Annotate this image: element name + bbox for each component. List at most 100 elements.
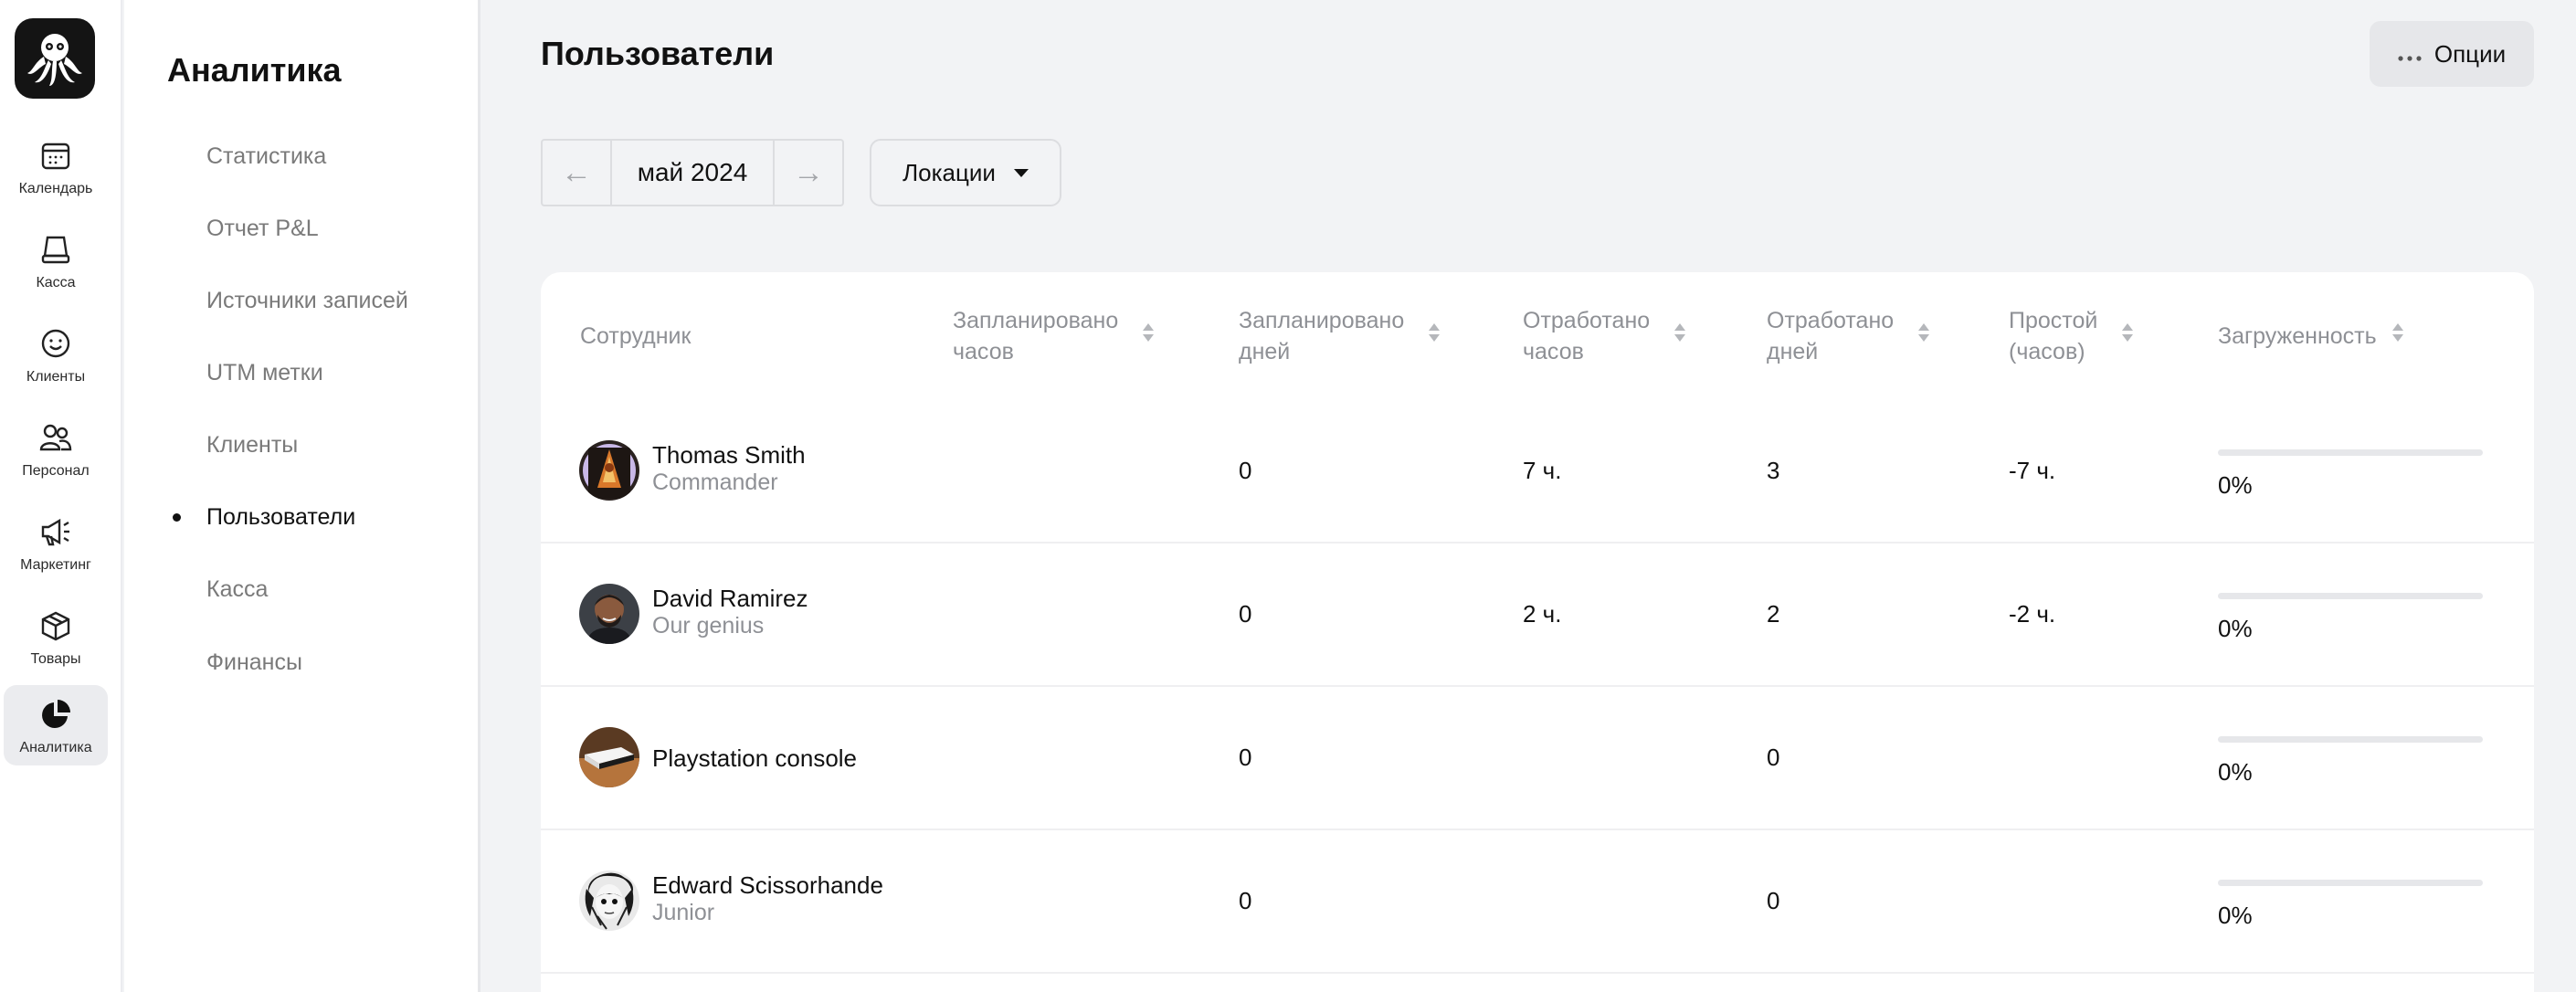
avatar[interactable] (579, 584, 639, 644)
sidebar-item-label: Статистика (206, 143, 327, 169)
octopus-logo-icon[interactable] (15, 18, 95, 99)
column-header-line: Запланировано (1239, 308, 1405, 333)
box-icon (37, 607, 74, 644)
sidebar-item-label: Источники записей (206, 288, 408, 313)
column-header-employee[interactable]: Сотрудник (580, 321, 691, 352)
cash-register-icon (37, 231, 74, 268)
nav-clients[interactable]: Клиенты (4, 314, 108, 395)
sort-icon[interactable] (2121, 321, 2134, 352)
locations-dropdown[interactable]: Локации (870, 139, 1061, 206)
sidebar-item-finance[interactable]: Финансы (206, 644, 302, 681)
sidebar-item-utm-tags[interactable]: UTM метки (206, 354, 323, 391)
nav-marketing[interactable]: Маркетинг (4, 502, 108, 583)
cell-worked-days: 0 (1767, 744, 1780, 771)
sidebar-item-statistics[interactable]: Статистика (206, 138, 326, 174)
analytics-sidebar: Аналитика Статистика Отчет P&L Источники… (124, 0, 480, 992)
load-percent: 0% (2218, 902, 2253, 929)
employee-role: Commander (652, 470, 778, 495)
sort-icon[interactable] (1142, 321, 1155, 352)
cell-worked-days: 0 (1767, 887, 1780, 914)
page-title: Пользователи (541, 35, 775, 72)
table-row[interactable]: David Ramirez Our genius 0 2 ч. 2 -2 ч. … (541, 543, 2534, 687)
sort-icon[interactable] (1917, 321, 1930, 352)
cell-planned-days: 0 (1239, 887, 1252, 914)
caret-down-icon (1013, 168, 1029, 177)
sidebar-item-cash[interactable]: Касса (206, 571, 268, 607)
sidebar-item-label: UTM метки (206, 360, 323, 385)
load-percent: 0% (2218, 615, 2253, 642)
column-header-line: (часов) (2009, 339, 2085, 364)
load-percent: 0% (2218, 471, 2253, 499)
column-header-worked-days[interactable]: Отработано дней (1767, 305, 1930, 367)
main-nav-rail: Календарь Касса Клиенты Персонал Маркети… (0, 0, 122, 992)
sidebar-item-label: Пользователи (206, 504, 356, 530)
avatar[interactable] (579, 440, 639, 501)
sidebar-item-label: Касса (206, 576, 269, 602)
nav-calendar[interactable]: Календарь (4, 126, 108, 206)
avatar[interactable] (579, 871, 639, 931)
column-header-line: Простой (2009, 308, 2098, 333)
table-row[interactable]: Thomas Smith Commander 0 7 ч. 3 -7 ч. 0% (541, 400, 2534, 543)
megaphone-icon (37, 513, 74, 550)
load-progress-bar (2218, 593, 2483, 599)
column-header-line: часов (953, 339, 1014, 364)
sort-icon[interactable] (1673, 321, 1686, 352)
nav-label: Персонал (22, 463, 90, 479)
load-progress-bar (2218, 736, 2483, 743)
employee-name[interactable]: Edward Scissorhande (652, 871, 883, 900)
nav-analytics[interactable]: Аналитика (4, 685, 108, 765)
column-header-load[interactable]: Загруженность (2218, 321, 2404, 352)
cell-planned-days: 0 (1239, 457, 1252, 484)
column-header-label: Запланировано дней (1239, 305, 1404, 367)
cell-planned-days: 0 (1239, 600, 1252, 628)
calendar-icon (37, 137, 74, 174)
cell-worked-days: 2 (1767, 600, 1780, 628)
options-button[interactable]: Опции (2370, 21, 2534, 87)
employee-name[interactable]: Playstation console (652, 744, 857, 773)
sidebar-item-booking-sources[interactable]: Источники записей (206, 282, 408, 319)
column-header-line: дней (1239, 339, 1291, 364)
nav-cash[interactable]: Касса (4, 220, 108, 301)
cell-idle-hours: -7 ч. (2009, 457, 2056, 484)
pie-chart-icon (37, 696, 74, 733)
cell-worked-days: 3 (1767, 457, 1780, 484)
sidebar-item-label: Финансы (206, 649, 302, 675)
sort-icon[interactable] (2391, 321, 2404, 352)
more-dots-icon (2398, 40, 2422, 69)
nav-label: Маркетинг (20, 557, 91, 573)
prev-month-button[interactable]: ← (543, 141, 610, 205)
cell-worked-hours: 7 ч. (1523, 457, 1562, 484)
table-row[interactable]: Playstation console 0 0 0% (541, 687, 2534, 830)
column-header-label: Запланировано часов (953, 305, 1118, 367)
column-header-line: Отработано (1523, 308, 1651, 333)
column-header-planned-days[interactable]: Запланировано дней (1239, 305, 1441, 367)
users-table: Сотрудник Запланировано часов Запланиров… (541, 272, 2534, 992)
nav-label: Касса (36, 275, 76, 290)
column-header-line: дней (1767, 339, 1819, 364)
column-header-label: Загруженность (2218, 323, 2377, 349)
active-indicator-dot (173, 513, 181, 522)
employee-name[interactable]: David Ramirez (652, 585, 808, 613)
next-month-button[interactable]: → (775, 141, 842, 205)
sidebar-item-users[interactable]: Пользователи (173, 499, 356, 535)
sidebar-item-clients[interactable]: Клиенты (206, 427, 298, 463)
table-row[interactable]: Edward Scissorhande Junior 0 0 0% (541, 830, 2534, 974)
employee-role: Our genius (652, 613, 765, 638)
month-navigator: ← май 2024 → (541, 139, 844, 206)
column-header-idle-hours[interactable]: Простой (часов) (2009, 305, 2134, 367)
people-icon (37, 419, 74, 456)
current-month[interactable]: май 2024 (610, 141, 775, 205)
avatar[interactable] (579, 727, 639, 787)
load-percent: 0% (2218, 758, 2253, 786)
column-header-worked-hours[interactable]: Отработано часов (1523, 305, 1686, 367)
sidebar-title: Аналитика (167, 51, 342, 89)
column-header-planned-hours[interactable]: Запланировано часов (953, 305, 1155, 367)
sort-icon[interactable] (1428, 321, 1441, 352)
nav-staff[interactable]: Персонал (4, 408, 108, 489)
nav-label: Календарь (18, 181, 93, 196)
sidebar-item-pl-report[interactable]: Отчет P&L (206, 210, 319, 247)
load-progress-bar (2218, 449, 2483, 456)
nav-goods[interactable]: Товары (4, 596, 108, 677)
column-header-line: Запланировано (953, 308, 1119, 333)
employee-name[interactable]: Thomas Smith (652, 441, 806, 470)
